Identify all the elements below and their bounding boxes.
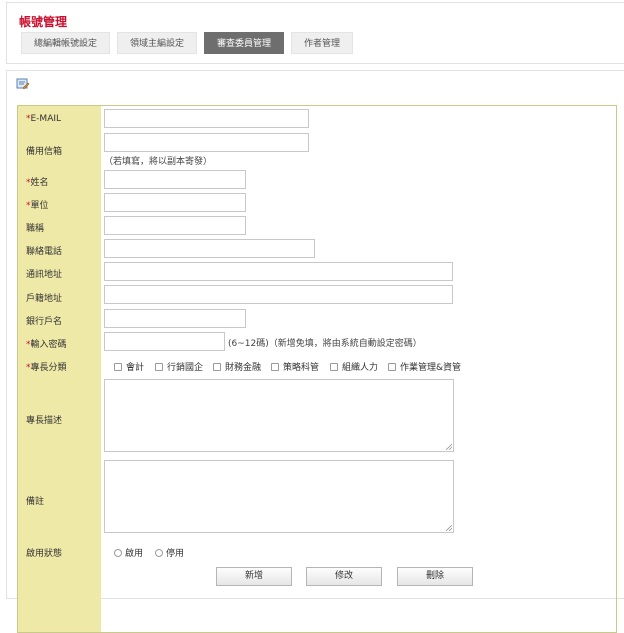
bank-account-name-label: 銀行戶名 <box>26 317 63 327</box>
reviewer-form: *E-MAIL 備用信箱 （若填寫，將以副本寄發） *姓名 *單位 職稱 聯絡電… <box>17 105 617 633</box>
checkbox-icon[interactable] <box>155 362 163 371</box>
job-title-input[interactable] <box>104 216 246 235</box>
phone-input[interactable] <box>104 239 315 258</box>
backup-email-label: 備用信箱 <box>26 147 63 157</box>
password-hint: (6~12碼)（新增免填，將由系統自動設定密碼） <box>228 339 422 349</box>
expertise-option-operations-mis[interactable]: 作業管理&資管 <box>388 360 461 373</box>
add-button[interactable]: 新增 <box>216 567 292 586</box>
checkbox-icon[interactable] <box>213 362 221 371</box>
email-label: *E-MAIL <box>26 114 62 124</box>
radio-icon[interactable] <box>114 548 122 557</box>
radio-icon[interactable] <box>155 548 163 557</box>
edit-button[interactable]: 修改 <box>306 567 382 586</box>
tab-chief-editor-accounts[interactable]: 總編輯帳號設定 <box>21 32 111 54</box>
unit-input[interactable] <box>104 193 246 212</box>
unit-label: *單位 <box>26 201 49 211</box>
tab-field-editor-settings[interactable]: 領域主編設定 <box>117 32 198 54</box>
name-label: *姓名 <box>26 178 49 188</box>
status-option-disabled[interactable]: 停用 <box>155 546 184 559</box>
tab-author-management[interactable]: 作者管理 <box>291 32 354 54</box>
remarks-label: 備註 <box>26 497 45 507</box>
checkbox-icon[interactable] <box>271 362 279 371</box>
backup-email-hint: （若填寫，將以副本寄發） <box>104 157 213 167</box>
resize-grip-icon[interactable] <box>446 525 452 531</box>
address-input[interactable] <box>104 262 453 281</box>
content-panel: *E-MAIL 備用信箱 （若填寫，將以副本寄發） *姓名 *單位 職稱 聯絡電… <box>6 70 624 633</box>
status-option-enabled[interactable]: 啟用 <box>114 546 143 559</box>
checkbox-icon[interactable] <box>114 362 122 371</box>
password-label: *輸入密碼 <box>26 340 67 350</box>
phone-label: 聯絡電話 <box>26 247 63 257</box>
page-header: 帳號管理 總編輯帳號設定 領域主編設定 審查委員管理 作者管理 <box>6 2 624 64</box>
page-title: 帳號管理 <box>19 15 68 29</box>
status-label: 啟用狀態 <box>26 549 63 559</box>
expertise-option-marketing[interactable]: 行銷國企 <box>155 360 203 373</box>
resize-grip-icon[interactable] <box>446 444 452 450</box>
checkbox-icon[interactable] <box>388 362 396 371</box>
email-input[interactable] <box>104 109 309 128</box>
expertise-option-strategy[interactable]: 策略科管 <box>271 360 319 373</box>
expertise-category-label: *專長分類 <box>26 363 67 373</box>
tab-reviewer-management[interactable]: 審查委員管理 <box>204 32 285 54</box>
tab-bar: 總編輯帳號設定 領域主編設定 審查委員管理 作者管理 <box>21 32 360 54</box>
address-label: 通訊地址 <box>26 270 63 280</box>
remarks-textarea[interactable] <box>104 460 454 533</box>
edit-icon <box>16 78 30 90</box>
expertise-option-finance[interactable]: 財務金融 <box>213 360 261 373</box>
checkbox-icon[interactable] <box>330 362 338 371</box>
password-input[interactable] <box>104 332 225 351</box>
expertise-description-label: 專長描述 <box>26 416 63 426</box>
job-title-label: 職稱 <box>26 224 45 234</box>
backup-email-input[interactable] <box>104 133 309 152</box>
expertise-option-accounting[interactable]: 會計 <box>114 360 144 373</box>
delete-button[interactable]: 刪除 <box>397 567 473 586</box>
registered-address-label: 戶籍地址 <box>26 294 63 304</box>
name-input[interactable] <box>104 170 246 189</box>
registered-address-input[interactable] <box>104 285 453 304</box>
expertise-option-organization[interactable]: 組織人力 <box>330 360 378 373</box>
bank-account-name-input[interactable] <box>104 309 246 328</box>
expertise-description-textarea[interactable] <box>104 379 454 452</box>
